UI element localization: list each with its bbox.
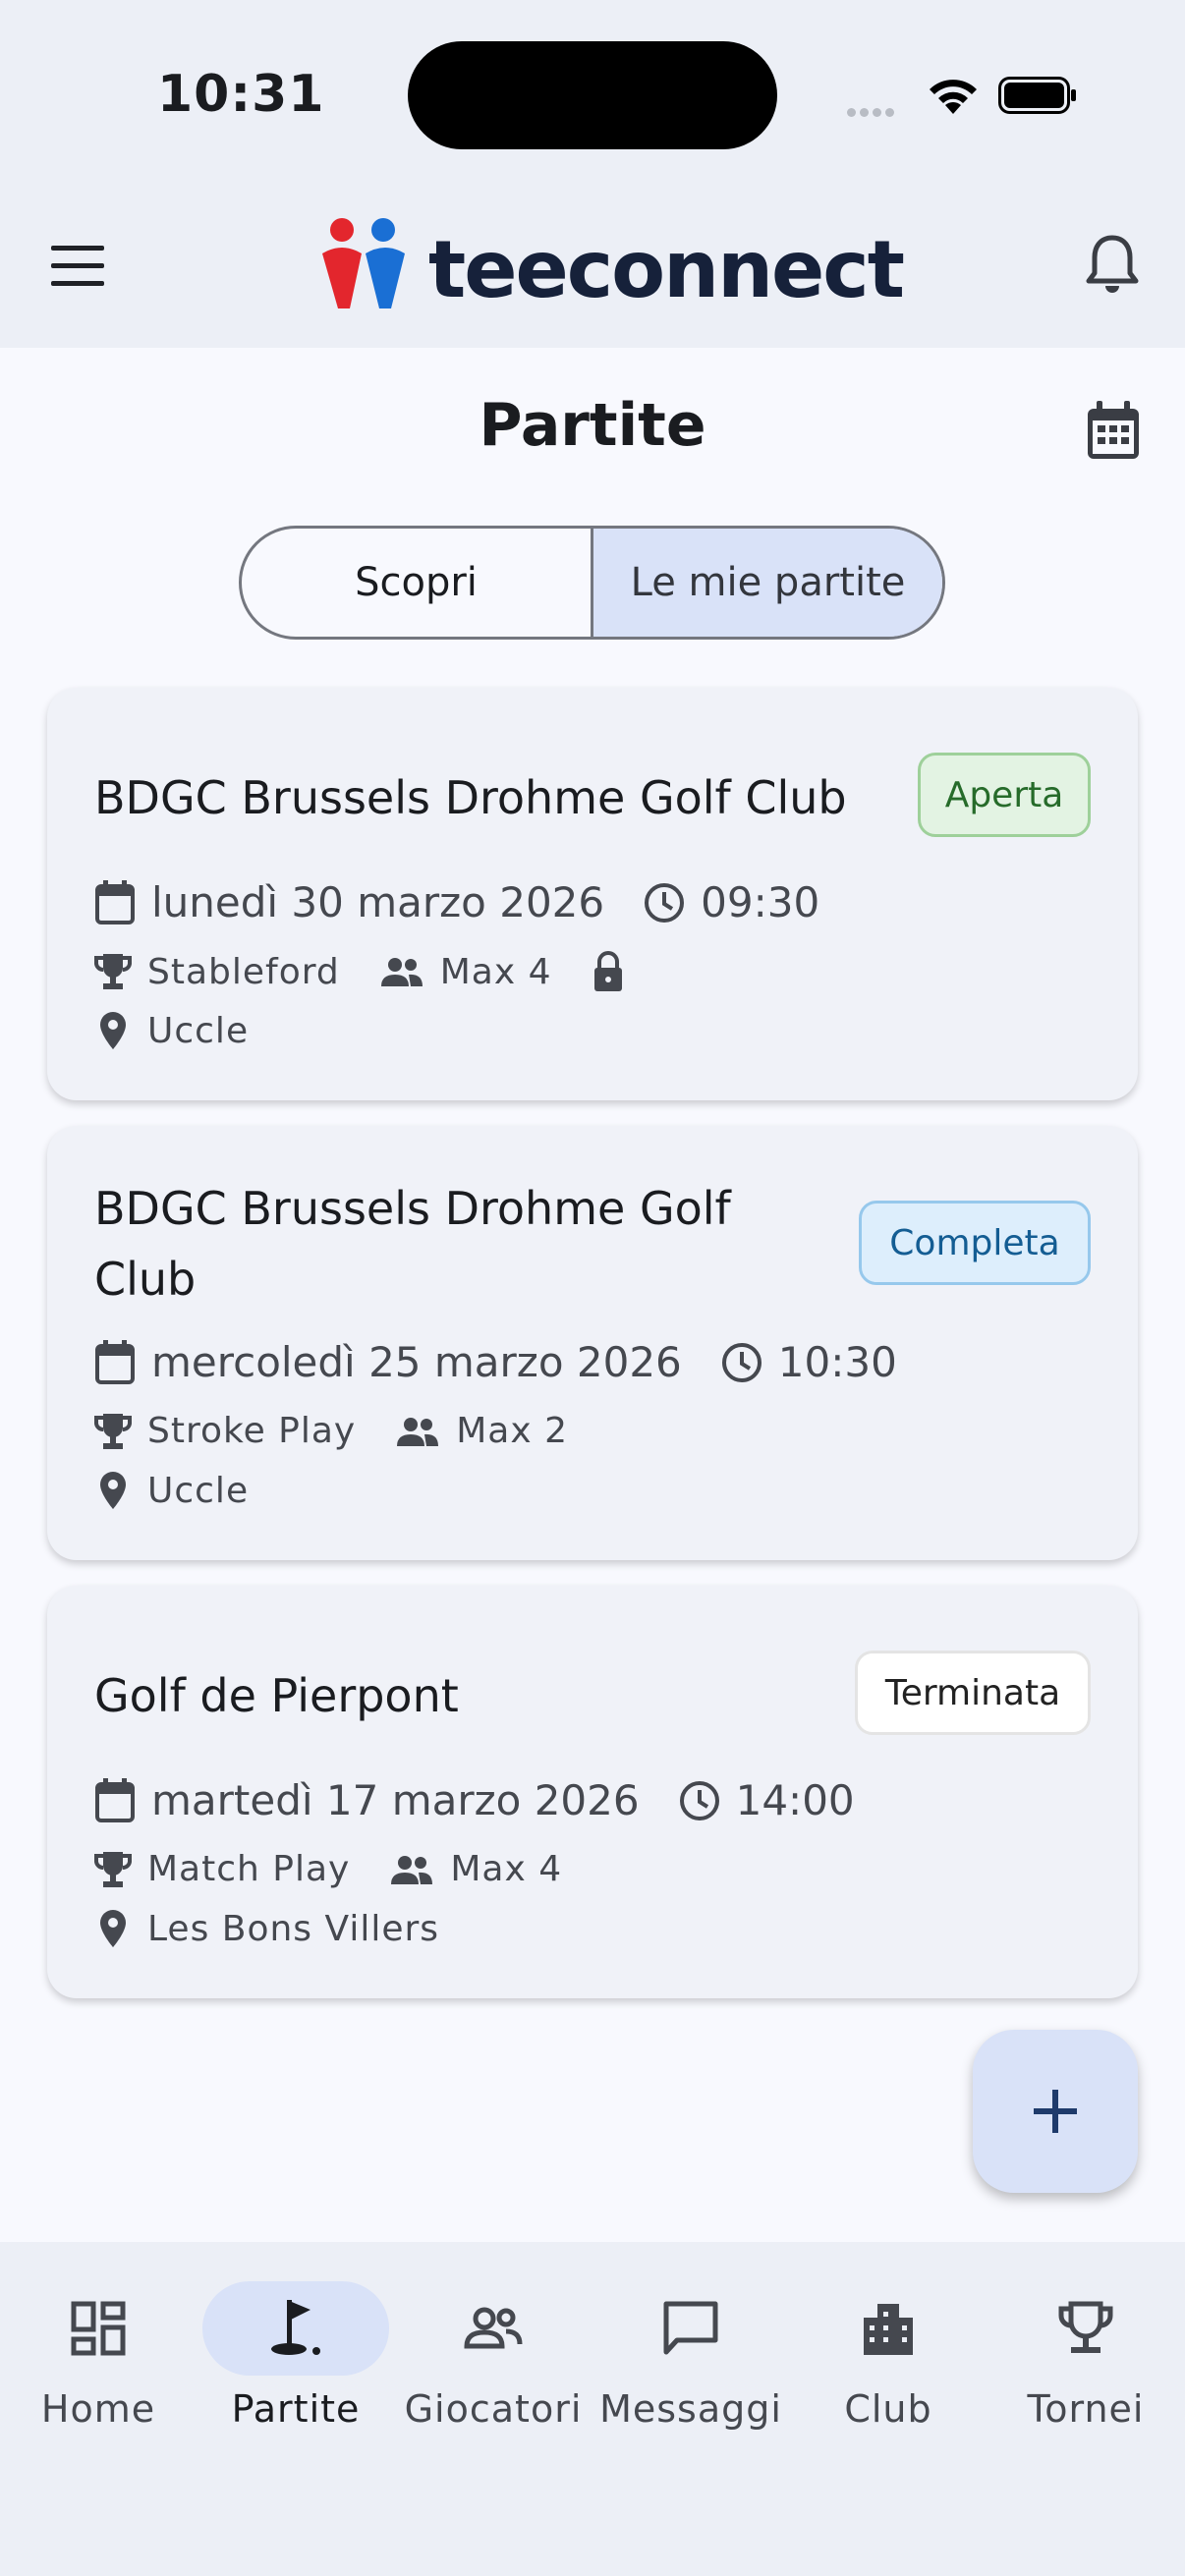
match-details-row: Stableford Max 4: [94, 951, 641, 992]
trophy-icon: [94, 952, 132, 991]
calendar-icon: [94, 1777, 136, 1823]
people-icon: [389, 1855, 434, 1884]
create-match-button[interactable]: [973, 2030, 1138, 2193]
match-filter-tabs: Scopri Le mie partite: [239, 526, 945, 640]
match-club-name: BDGC Brussels Drohme Golf Club: [94, 1182, 731, 1306]
nav-item-club[interactable]: Club: [790, 2281, 987, 2431]
match-date: martedì 17 marzo 2026: [151, 1776, 640, 1824]
clock-icon: [679, 1780, 720, 1821]
match-details-row: Match Play Max 4: [94, 1849, 601, 1889]
trophy-icon: [1058, 2301, 1113, 2353]
teeconnect-logo-icon: [322, 218, 405, 308]
nav-label: Tornei: [1027, 2387, 1145, 2431]
tab-le-mie-partite[interactable]: Le mie partite: [591, 529, 942, 637]
match-format: Stroke Play: [147, 1411, 357, 1451]
location-pin-icon: [94, 1470, 132, 1511]
trophy-icon: [94, 1850, 132, 1889]
match-time: 09:30: [701, 878, 820, 926]
match-details-row: Stroke Play Max 2: [94, 1411, 607, 1451]
match-card[interactable]: BDGC Brussels Drohme Golf Club Completa …: [47, 1126, 1138, 1560]
nav-label: Club: [844, 2387, 932, 2431]
nav-label: Giocatori: [404, 2387, 583, 2431]
status-badge: Completa: [859, 1201, 1091, 1285]
match-location-row: Uccle: [94, 1470, 288, 1511]
match-datetime-row: martedì 17 marzo 2026 14:00: [94, 1776, 894, 1824]
nav-label: Partite: [231, 2387, 361, 2431]
match-location-row: Les Bons Villers: [94, 1908, 479, 1949]
location-pin-icon: [94, 1908, 132, 1949]
match-club-name: Golf de Pierpont: [94, 1669, 459, 1722]
nav-item-home[interactable]: Home: [0, 2281, 197, 2431]
match-time: 14:00: [735, 1776, 855, 1824]
chat-icon: [663, 2301, 718, 2355]
match-card[interactable]: Golf de Pierpont Terminata martedì 17 ma…: [47, 1586, 1138, 1998]
match-location-row: Uccle: [94, 1010, 288, 1051]
trophy-icon: [94, 1412, 132, 1451]
match-date: lunedì 30 marzo 2026: [151, 878, 605, 926]
building-icon: [864, 2304, 913, 2355]
people-icon: [395, 1417, 440, 1446]
calendar-icon[interactable]: [1085, 401, 1142, 462]
plus-icon: [1034, 2090, 1077, 2133]
location-pin-icon: [94, 1010, 132, 1051]
nav-label: Messaggi: [599, 2387, 782, 2431]
lock-icon: [592, 951, 625, 992]
wifi-icon: [930, 80, 977, 114]
clock-icon: [721, 1342, 762, 1383]
status-time: 10:31: [157, 65, 325, 124]
people-icon: [379, 957, 424, 986]
dashboard-icon: [71, 2301, 126, 2356]
match-format: Match Play: [147, 1849, 351, 1889]
page-title: Partite: [479, 391, 706, 460]
nav-item-partite[interactable]: Partite: [198, 2281, 394, 2431]
notifications-bell-icon[interactable]: [1085, 232, 1140, 295]
match-format: Stableford: [147, 951, 340, 992]
nav-item-tornei[interactable]: Tornei: [988, 2281, 1184, 2431]
nav-label: Home: [40, 2387, 156, 2431]
status-badge: Aperta: [918, 753, 1091, 837]
match-max-players: Max 4: [439, 951, 552, 992]
clock-icon: [644, 882, 685, 924]
match-location: Les Bons Villers: [147, 1908, 440, 1949]
match-datetime-row: mercoledì 25 marzo 2026 10:30: [94, 1338, 936, 1386]
battery-icon: [998, 77, 1076, 114]
status-badge: Terminata: [855, 1651, 1091, 1735]
tab-scopri[interactable]: Scopri: [242, 529, 591, 637]
match-date: mercoledì 25 marzo 2026: [151, 1338, 682, 1386]
nav-item-messaggi[interactable]: Messaggi: [592, 2281, 789, 2431]
signal-icon: [847, 102, 898, 121]
match-location: Uccle: [147, 1010, 250, 1051]
nav-item-giocatori[interactable]: Giocatori: [395, 2281, 592, 2431]
menu-icon: [51, 246, 104, 251]
match-location: Uccle: [147, 1470, 250, 1511]
match-club-name: BDGC Brussels Drohme Golf Club: [94, 771, 847, 824]
people-icon: [464, 2307, 523, 2349]
golf-flag-icon: [271, 2300, 320, 2355]
app-name: teeconnect: [428, 224, 905, 315]
menu-button[interactable]: [51, 246, 114, 287]
camera-notch: [408, 41, 777, 149]
match-max-players: Max 2: [456, 1411, 569, 1451]
calendar-icon: [94, 879, 136, 925]
match-card[interactable]: BDGC Brussels Drohme Golf Club Aperta lu…: [47, 688, 1138, 1100]
match-max-players: Max 4: [450, 1849, 563, 1889]
match-time: 10:30: [777, 1338, 897, 1386]
match-datetime-row: lunedì 30 marzo 2026 09:30: [94, 878, 859, 926]
calendar-icon: [94, 1339, 136, 1385]
